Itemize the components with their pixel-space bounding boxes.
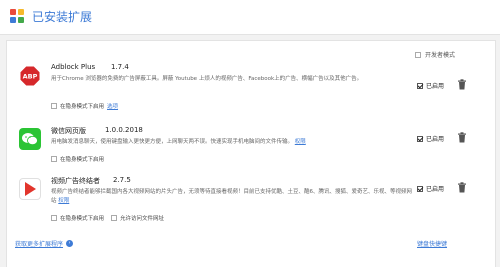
- developer-mode-toggle[interactable]: 开发者模式: [414, 50, 455, 59]
- trash-icon[interactable]: [457, 182, 467, 193]
- arrow-circle-icon[interactable]: ›: [66, 240, 74, 247]
- wechat-icon: [19, 128, 41, 150]
- extensions-grid-icon: [10, 9, 24, 23]
- extension-options-row: 在隐身模式下启用: [51, 155, 104, 163]
- file-access-checkbox[interactable]: [111, 215, 118, 221]
- incognito-checkbox[interactable]: [51, 103, 57, 109]
- extension-item-video-ad-blocker: 视频广告终结者 2.7.5 视频广告终结者能够拦截国内各大视频网站的片头广告，无…: [15, 174, 491, 234]
- footer-bar: 获取更多扩展程序 › 键盘快捷键: [7, 237, 495, 251]
- permissions-link[interactable]: 权限: [58, 198, 69, 204]
- get-more-extensions-link[interactable]: 获取更多扩展程序 ›: [15, 239, 74, 248]
- header: 已安装扩展: [0, 0, 500, 35]
- file-access-label: 允许访问文件网址: [120, 216, 165, 222]
- abp-icon-text: ABP: [23, 73, 38, 81]
- enable-toggle[interactable]: 已启用: [417, 134, 444, 143]
- extension-item-adblock-plus: ABP Adblock Plus 1.7.4 用于Chrome 浏览器的免费的广…: [15, 61, 491, 121]
- extension-options-row: 在隐身模式下启用 选项: [51, 102, 118, 110]
- extension-options-row: 在隐身模式下启用 允许访问文件网址: [51, 214, 164, 222]
- extension-description: 用于Chrome 浏览器的免费的广告屏蔽工具。屏蔽 Youtube 上烦人的视频…: [51, 76, 363, 82]
- extension-version: 2.7.5: [113, 176, 131, 184]
- enable-checkbox[interactable]: [417, 185, 423, 192]
- incognito-checkbox[interactable]: [51, 215, 57, 221]
- extension-name: 视频广告终结者: [51, 177, 100, 185]
- developer-mode-checkbox[interactable]: [414, 51, 421, 58]
- enable-checkbox[interactable]: [417, 82, 423, 89]
- enable-toggle[interactable]: 已启用: [417, 184, 444, 193]
- incognito-checkbox[interactable]: [51, 156, 57, 162]
- enable-checkbox[interactable]: [417, 135, 423, 142]
- extension-name: Adblock Plus: [51, 63, 96, 71]
- developer-mode-label: 开发者模式: [424, 52, 455, 59]
- enable-toggle[interactable]: 已启用: [417, 81, 444, 90]
- enabled-label: 已启用: [426, 83, 445, 90]
- incognito-label: 在隐身模式下启用: [60, 216, 105, 222]
- extension-version: 1.7.4: [111, 63, 129, 71]
- enabled-label: 已启用: [426, 186, 445, 193]
- video-play-icon: [19, 178, 41, 200]
- extension-name: 微信网页版: [51, 127, 86, 135]
- enabled-label: 已启用: [426, 136, 445, 143]
- get-more-extensions-label[interactable]: 获取更多扩展程序: [15, 239, 63, 248]
- description-text: 用电脑发消息聊天，使用键盘输入更快更方便，上网聊天两不误。快速实现手机电脑间的文…: [51, 139, 294, 145]
- incognito-label: 在隐身模式下启用: [60, 157, 105, 163]
- description-text: 视频广告终结者能够拦截国内各大视频网站的片头广告，无须等待直接看视频！目前已支持…: [51, 189, 413, 204]
- incognito-label: 在隐身模式下启用: [60, 104, 105, 110]
- extension-description: 用电脑发消息聊天，使用键盘输入更快更方便，上网聊天两不误。快速实现手机电脑间的文…: [51, 138, 411, 147]
- permissions-link[interactable]: 权限: [295, 139, 306, 145]
- extension-description: 视频广告终结者能够拦截国内各大视频网站的片头广告，无须等待直接看视频！目前已支持…: [51, 188, 413, 206]
- options-link[interactable]: 选项: [107, 102, 118, 110]
- keyboard-shortcuts-link[interactable]: 键盘快捷键: [417, 239, 447, 248]
- page-title: 已安装扩展: [32, 10, 93, 24]
- trash-icon[interactable]: [457, 132, 467, 143]
- extensions-panel: 开发者模式 ABP Adblock Plus 1.7.4 用于Chrome 浏览…: [6, 40, 496, 267]
- extension-version: 1.0.0.2018: [105, 126, 143, 134]
- trash-icon[interactable]: [457, 79, 467, 90]
- adblock-plus-icon: ABP: [19, 65, 41, 87]
